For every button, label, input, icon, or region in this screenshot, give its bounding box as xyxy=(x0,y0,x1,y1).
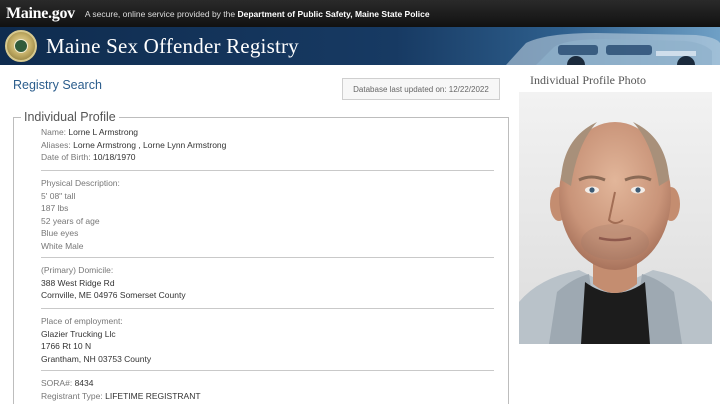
header-banner: Maine Sex Offender Registry xyxy=(0,27,720,65)
section-divider xyxy=(41,170,494,171)
maine-gov-logo[interactable]: Maine.gov xyxy=(6,5,75,23)
weight-value: 187 lbs xyxy=(41,203,69,213)
race-sex-value: White Male xyxy=(41,240,84,251)
aliases-value: Lorne Armstrong , Lorne Lynn Armstrong xyxy=(73,139,227,150)
domicile-street: 388 West Ridge Rd xyxy=(41,277,115,288)
site-title[interactable]: Maine Sex Offender Registry xyxy=(46,34,299,59)
employer-city: Grantham, NH 03753 County xyxy=(41,353,152,364)
age-value: 52 years of age xyxy=(41,215,100,226)
employer-street: 1766 Rt 10 N xyxy=(41,341,92,351)
domicile-city: Cornville, ME 04976 Somerset County xyxy=(41,290,186,300)
portrait-image xyxy=(519,92,712,344)
police-car-graphic xyxy=(506,33,720,65)
profile-photo-title: Individual Profile Photo xyxy=(530,73,646,87)
registrant-type-value: LIFETIME REGISTRANT xyxy=(105,390,201,401)
employer-name: Glazier Trucking Llc xyxy=(41,328,116,339)
secure-service-org: Department of Public Safety, Maine State… xyxy=(237,8,430,19)
database-updated-badge: Database last updated on: 12/22/2022 xyxy=(342,78,500,100)
registry-search-link[interactable]: Registry Search xyxy=(13,78,102,92)
state-seal-icon xyxy=(5,30,37,62)
sora-section: SORA#: 8434 Registrant Type: LIFETIME RE… xyxy=(41,377,201,402)
dob-value: 10/18/1970 xyxy=(92,152,136,162)
height-value: 5' 08" tall xyxy=(41,190,76,201)
secure-service-notice: A secure, online service provided by the… xyxy=(85,9,430,19)
registrant-type-label: Registrant Type: xyxy=(41,390,103,401)
individual-profile-legend: Individual Profile xyxy=(24,110,116,124)
name-label: Name: xyxy=(41,127,67,137)
sora-label: SORA#: xyxy=(41,378,73,388)
physical-description-section: Physical Description: 5' 08" tall 187 lb… xyxy=(41,177,120,252)
section-divider xyxy=(41,308,494,309)
aliases-label: Aliases: xyxy=(41,139,71,150)
domicile-label: (Primary) Domicile: xyxy=(41,265,114,275)
section-divider xyxy=(41,257,494,258)
section-divider xyxy=(41,370,494,371)
name-value: Lorne L Armstrong xyxy=(68,127,139,137)
top-utility-bar: Maine.gov A secure, online service provi… xyxy=(0,0,720,27)
sora-value: 8434 xyxy=(74,378,94,388)
employment-section: Place of employment: Glazier Trucking Ll… xyxy=(41,315,151,365)
domicile-section: (Primary) Domicile: 388 West Ridge Rd Co… xyxy=(41,264,186,302)
physical-description-label: Physical Description: xyxy=(41,178,120,188)
secure-service-prefix: A secure, online service provided by the xyxy=(84,8,236,19)
eye-color-value: Blue eyes xyxy=(41,228,79,238)
identity-section: Name: Lorne L Armstrong Aliases: Lorne A… xyxy=(41,126,226,164)
employment-label: Place of employment: xyxy=(41,316,123,326)
dob-label: Date of Birth: xyxy=(41,152,91,162)
profile-photo xyxy=(519,92,712,344)
